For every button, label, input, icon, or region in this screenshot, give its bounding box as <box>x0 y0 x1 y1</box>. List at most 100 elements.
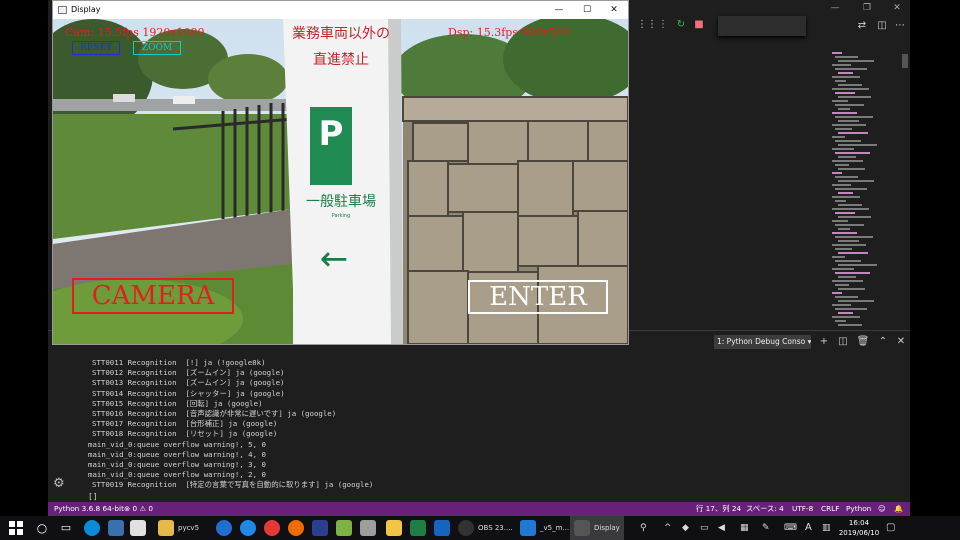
taskbar-display: Display <box>594 524 620 532</box>
minimap-line <box>838 60 874 62</box>
minimap-line <box>832 184 851 186</box>
error-icon: ⊗ <box>124 504 131 513</box>
terminal[interactable]: STT0011 Recognition [!] ja (!google8k) S… <box>48 352 910 502</box>
app-icon-3[interactable] <box>312 520 328 536</box>
skype-icon[interactable] <box>84 520 100 536</box>
battery-icon[interactable]: ▭ <box>700 516 709 540</box>
editor-scrollbar[interactable] <box>902 54 908 68</box>
settings-gear-icon[interactable]: ⚙ <box>53 476 65 491</box>
excel-icon[interactable] <box>410 520 426 536</box>
firefox-icon[interactable] <box>288 520 304 536</box>
clock[interactable]: 16:04 2019/06/10 <box>838 518 880 538</box>
display-close-button[interactable]: ✕ <box>600 1 628 19</box>
minimap[interactable] <box>830 48 900 328</box>
notifications-icon[interactable]: 🔔 <box>894 502 903 516</box>
taskbar-display-item[interactable]: Display <box>570 516 624 540</box>
vscode-close-button[interactable]: ✕ <box>882 0 910 16</box>
people-icon[interactable]: ⚲ <box>640 516 647 540</box>
sticky-notes-icon[interactable] <box>386 520 402 536</box>
minimap-line <box>832 100 848 102</box>
keyboard-icon[interactable]: ⌨ <box>784 516 797 540</box>
zoom-button[interactable]: ZOOM <box>133 41 181 55</box>
start-button[interactable] <box>8 520 24 536</box>
volume-icon[interactable]: ◀ <box>718 516 725 540</box>
new-terminal-icon[interactable]: + <box>817 335 831 349</box>
action-center-icon[interactable]: ▢ <box>886 516 895 540</box>
more-actions-icon[interactable]: ⋯ <box>892 18 908 34</box>
close-panel-icon[interactable]: ✕ <box>894 335 908 349</box>
minimap-line <box>838 300 874 302</box>
display-maximize-button[interactable]: ☐ <box>573 1 601 19</box>
minimap-line <box>838 120 859 122</box>
vscode-icon[interactable] <box>520 520 536 536</box>
sign-arrow-icon: ← <box>319 239 349 279</box>
taskbar-obs[interactable]: OBS 23.... <box>478 516 513 540</box>
minimap-line <box>835 116 873 118</box>
dsp-fps-readout: Dsp: 15.3fps 960x540 <box>448 26 570 39</box>
terminal-select[interactable]: 1: Python Debug Conso ▾ <box>714 335 811 349</box>
minimap-line <box>832 196 860 198</box>
app-icon[interactable] <box>108 520 124 536</box>
ime-mode-icon[interactable]: ▥ <box>822 516 831 540</box>
taskbar-vscode[interactable]: _v5_m... <box>540 516 569 540</box>
split-editor-icon[interactable]: ◫ <box>874 18 890 34</box>
minimap-line <box>832 88 869 90</box>
debug-stop-icon[interactable]: ■ <box>688 16 710 34</box>
reset-button[interactable]: RESET <box>72 41 120 55</box>
minimap-line <box>832 76 860 78</box>
chrome-icon[interactable] <box>264 520 280 536</box>
app-icon-4[interactable] <box>336 520 352 536</box>
ie-icon[interactable] <box>216 520 232 536</box>
outlook-icon[interactable] <box>434 520 450 536</box>
taskbar-pycv5[interactable]: pycv5 <box>178 516 199 540</box>
obs-icon[interactable] <box>458 520 474 536</box>
camera-button[interactable]: CAMERA <box>72 278 234 314</box>
minimap-line <box>832 232 857 234</box>
task-view-icon[interactable]: ▭ <box>58 520 74 536</box>
language-mode[interactable]: Python <box>846 502 871 516</box>
minimap-line <box>835 260 861 262</box>
minimap-line <box>835 248 852 250</box>
split-terminal-icon[interactable]: ◫ <box>836 335 850 349</box>
app-icon-2[interactable] <box>130 520 146 536</box>
vscode-minimize-button[interactable]: — <box>820 0 850 16</box>
tray-expand-icon[interactable]: ^ <box>664 516 672 540</box>
ime-indicator[interactable]: A <box>805 516 812 540</box>
minimap-line <box>835 272 870 274</box>
display-app-icon <box>574 520 590 536</box>
minimap-line <box>832 64 851 66</box>
maximize-panel-icon[interactable]: ⌃ <box>876 335 890 349</box>
minimap-line <box>835 68 867 70</box>
minimap-line <box>835 152 870 154</box>
enter-button[interactable]: ENTER <box>468 280 608 314</box>
indentation[interactable]: スペース: 4 <box>746 502 784 516</box>
minimap-line <box>838 84 862 86</box>
problems-indicator[interactable]: ⊗ 0 ⚠ 0 <box>124 502 153 516</box>
minimap-line <box>838 264 877 266</box>
python-interpreter[interactable]: Python 3.6.8 64-bit <box>54 502 124 516</box>
minimap-line <box>838 228 850 230</box>
search-icon[interactable]: ○ <box>34 520 50 536</box>
display-titlebar[interactable]: Display — ☐ ✕ <box>53 1 628 19</box>
feedback-icon[interactable]: ☺ <box>878 502 886 516</box>
cursor-position[interactable]: 行 17、列 24 <box>696 502 741 516</box>
status-bar: Python 3.6.8 64-bit ⊗ 0 ⚠ 0 行 17、列 24 スペ… <box>48 502 910 516</box>
kill-terminal-icon[interactable]: 🗑 <box>856 335 870 349</box>
folder-icon[interactable] <box>158 520 174 536</box>
display-minimize-button[interactable]: — <box>545 1 573 19</box>
camera-view[interactable]: 業務車両以外の 直進禁止 P 一般駐車場 Parking ← Cam: 15.5… <box>53 19 628 344</box>
minimap-line <box>835 212 855 214</box>
dropbox-icon[interactable]: ◆ <box>682 516 689 540</box>
minimap-line <box>838 72 853 74</box>
windows-taskbar: ○ ▭ pycv5 OBS 23.... _v5_m... Display ⚲ … <box>0 516 960 540</box>
minimap-line <box>832 136 845 138</box>
compare-icon[interactable]: ⇄ <box>854 18 870 34</box>
encoding[interactable]: UTF-8 <box>792 502 813 516</box>
vscode-restore-button[interactable]: ❐ <box>852 0 882 16</box>
edge-icon[interactable] <box>240 520 256 536</box>
line-ending[interactable]: CRLF <box>821 502 839 516</box>
display-window: Display — ☐ ✕ 業務車両以外の 直進禁止 P 一般駐車場 Parki… <box>52 0 629 345</box>
app-icon-5[interactable] <box>360 520 376 536</box>
pen-icon[interactable]: ✎ <box>762 516 770 540</box>
network-icon[interactable]: ▦ <box>740 516 749 540</box>
